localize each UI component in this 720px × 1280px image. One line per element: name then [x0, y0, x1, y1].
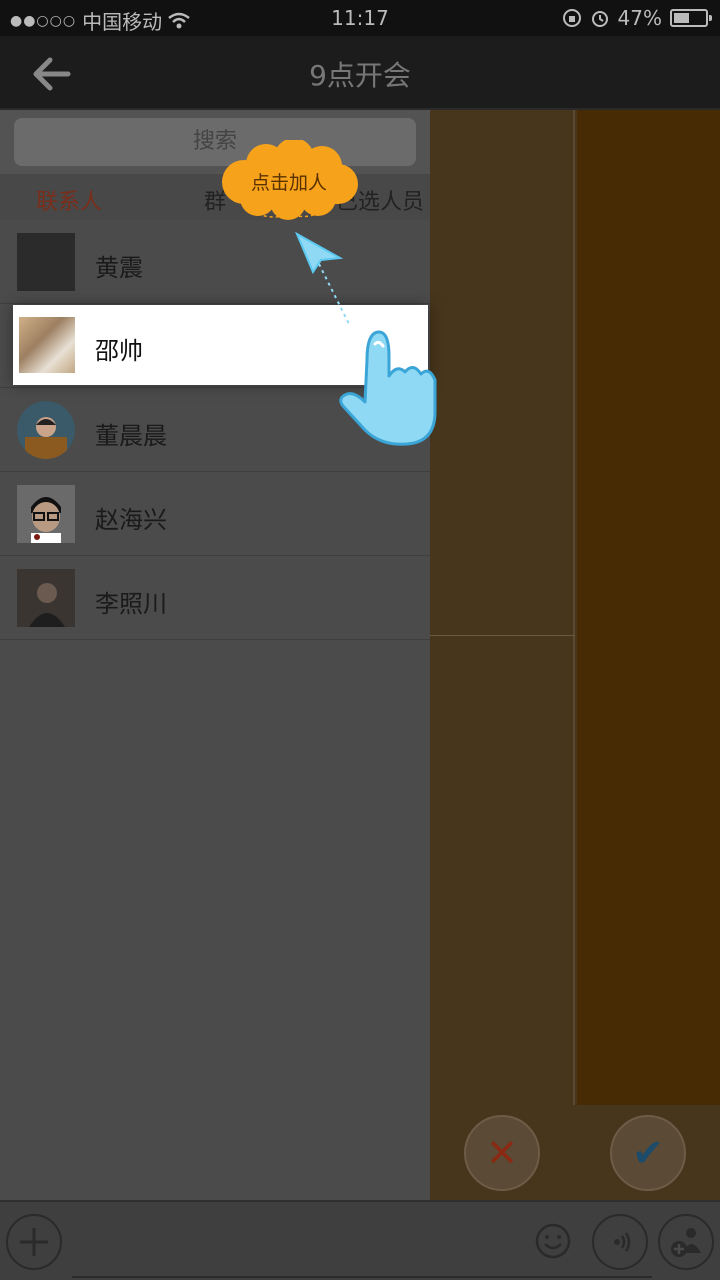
avatar — [17, 485, 75, 543]
input-underline — [72, 1276, 652, 1278]
tutorial-tooltip: 点击加人 — [214, 140, 364, 220]
add-person-icon — [671, 1228, 701, 1257]
add-contact-button[interactable] — [658, 1214, 714, 1270]
contact-row[interactable]: 黄震 — [0, 220, 430, 304]
plus-icon — [20, 1228, 48, 1256]
tab-contacts[interactable]: 联系人 — [36, 184, 102, 216]
avatar — [19, 317, 75, 373]
page-title: 9点开会 — [309, 59, 411, 92]
contact-row[interactable]: 赵海兴 — [0, 472, 430, 556]
battery-percent: 47% — [617, 6, 662, 30]
status-bar: ●●○○○ 中国移动 11:17 47% — [0, 0, 720, 36]
cancel-button[interactable]: ✕ — [464, 1115, 540, 1191]
alarm-icon — [591, 11, 608, 27]
voice-button[interactable] — [592, 1214, 648, 1270]
battery-fill — [674, 13, 689, 23]
selection-panel: ✕ ✔ — [430, 110, 720, 1200]
status-right: 47% — [562, 6, 712, 30]
contact-name: 李照川 — [95, 590, 167, 618]
contact-name: 赵海兴 — [95, 506, 167, 534]
selection-column — [577, 110, 720, 1105]
navigation-bar: 9点开会 — [0, 36, 720, 110]
contact-row[interactable]: 李照川 — [0, 556, 430, 640]
orientation-lock-icon — [562, 9, 581, 27]
contact-picker-panel: 搜索 联系人 群 已选人员 黄震 邵帅 董晨晨 — [0, 110, 430, 1200]
speaker-icon — [614, 1232, 631, 1252]
photo-avatar-icon — [17, 569, 75, 627]
contact-name: 董晨晨 — [95, 422, 167, 450]
avatar — [17, 569, 75, 627]
contact-name: 黄震 — [95, 254, 143, 282]
add-button[interactable] — [6, 1214, 62, 1270]
cartoon-avatar-icon — [17, 401, 75, 459]
battery-icon — [670, 9, 712, 27]
cartoon-avatar-icon — [17, 485, 75, 543]
avatar — [17, 233, 75, 291]
contact-name: 邵帅 — [95, 337, 143, 365]
emoji-button[interactable] — [534, 1222, 572, 1260]
tooltip-text: 点击加人 — [250, 172, 327, 194]
confirm-button[interactable]: ✔ — [610, 1115, 686, 1191]
input-toolbar — [0, 1200, 720, 1280]
avatar — [17, 401, 75, 459]
selection-column — [430, 110, 575, 1105]
smiley-icon — [535, 1223, 571, 1259]
pointing-hand-icon — [339, 330, 437, 446]
divider — [430, 635, 575, 636]
